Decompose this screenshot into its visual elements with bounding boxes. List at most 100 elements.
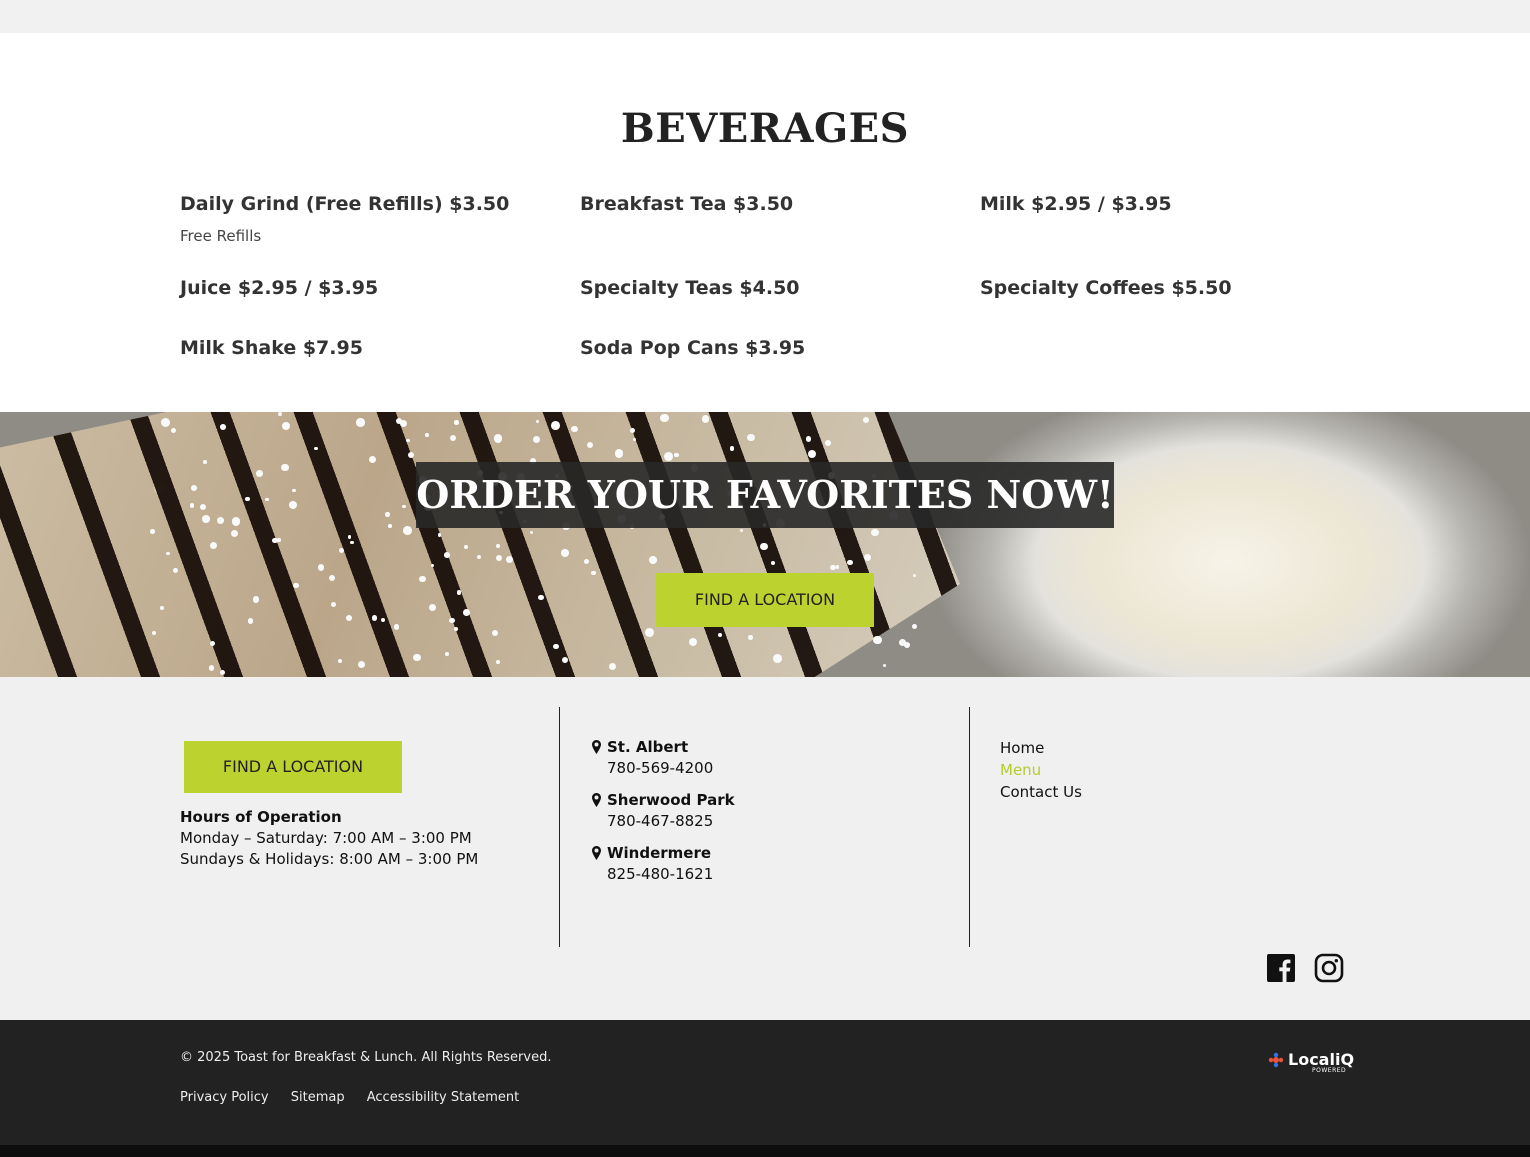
sugar-speck bbox=[272, 537, 278, 544]
sugar-speck bbox=[561, 549, 569, 557]
beverages-section: BEVERAGES Daily Grind (Free Refills) $3.… bbox=[0, 33, 1530, 412]
copyright-text: © 2025 Toast for Breakfast & Lunch. All … bbox=[180, 1050, 552, 1065]
sugar-speck bbox=[337, 658, 343, 664]
section-title: BEVERAGES bbox=[620, 105, 910, 152]
menu-item-name: Specialty Teas $4.50 bbox=[580, 277, 800, 299]
sugar-speck bbox=[202, 515, 210, 523]
sugar-speck bbox=[190, 484, 197, 491]
sugar-speck bbox=[444, 552, 450, 558]
sugar-speck bbox=[718, 633, 722, 638]
menu-item: Milk Shake $7.95 bbox=[180, 337, 363, 359]
sugar-speck bbox=[494, 434, 503, 443]
facebook-icon[interactable] bbox=[1266, 953, 1296, 983]
menu-item: Milk $2.95 / $3.95 bbox=[980, 193, 1172, 215]
location-phone[interactable]: 780-569-4200 bbox=[607, 758, 735, 779]
localiq-logo-icon bbox=[1268, 1052, 1284, 1068]
sugar-speck bbox=[293, 582, 299, 589]
nav-link-menu[interactable]: Menu bbox=[1000, 759, 1082, 781]
menu-item-name: Breakfast Tea $3.50 bbox=[580, 193, 794, 215]
sugar-speck bbox=[645, 627, 655, 637]
footer: FIND A LOCATION Hours of Operation Monda… bbox=[0, 677, 1530, 1020]
sugar-speck bbox=[356, 418, 365, 427]
nav-link-contact[interactable]: Contact Us bbox=[1000, 781, 1082, 803]
sugar-speck bbox=[388, 524, 392, 528]
sugar-speck bbox=[419, 575, 426, 583]
hours-line: Sundays & Holidays: 8:00 AM – 3:00 PM bbox=[180, 850, 479, 868]
instagram-icon[interactable] bbox=[1314, 953, 1344, 983]
sugar-speck bbox=[385, 512, 390, 517]
find-location-button[interactable]: FIND A LOCATION bbox=[656, 573, 874, 627]
sitemap-link[interactable]: Sitemap bbox=[291, 1090, 345, 1105]
sugar-speck bbox=[882, 664, 886, 668]
footer-divider bbox=[969, 707, 970, 947]
sugar-speck bbox=[161, 418, 171, 428]
menu-item: Soda Pop Cans $3.95 bbox=[580, 337, 805, 359]
sugar-speck bbox=[281, 464, 289, 472]
sugar-speck bbox=[871, 528, 879, 537]
menu-item-name: Soda Pop Cans $3.95 bbox=[580, 337, 806, 359]
hours-line: Monday – Saturday: 7:00 AM – 3:00 PM bbox=[180, 829, 472, 847]
sugar-speck bbox=[649, 556, 657, 564]
menu-item-description: Free Refills bbox=[180, 227, 262, 245]
location-name: Sherwood Park bbox=[607, 791, 735, 809]
location-phone[interactable]: 780-467-8825 bbox=[607, 811, 735, 832]
menu-item: Breakfast Tea $3.50 bbox=[580, 193, 793, 215]
sugar-speck bbox=[770, 560, 775, 565]
sugar-speck bbox=[230, 529, 238, 538]
sugar-speck bbox=[729, 446, 734, 451]
menu-item-name: Milk $2.95 / $3.95 bbox=[980, 193, 1172, 215]
footer-find-location-button[interactable]: FIND A LOCATION bbox=[184, 741, 402, 793]
location-item[interactable]: Windermere 825-480-1621 bbox=[592, 843, 735, 885]
sugar-speck bbox=[872, 635, 882, 645]
sugar-speck bbox=[454, 626, 459, 631]
sugar-speck bbox=[399, 419, 407, 427]
sugar-speck bbox=[551, 421, 560, 430]
sugar-speck bbox=[252, 596, 260, 603]
nav-link-home[interactable]: Home bbox=[1000, 737, 1082, 759]
location-name: St. Albert bbox=[607, 738, 689, 756]
map-pin-icon bbox=[592, 793, 601, 807]
sugar-speck bbox=[747, 433, 755, 441]
sugar-speck bbox=[674, 453, 679, 458]
sugar-speck bbox=[552, 643, 559, 650]
location-name: Windermere bbox=[607, 844, 712, 862]
order-banner: ORDER YOUR FAVORITES NOW! FIND A LOCATIO… bbox=[0, 412, 1530, 677]
sugar-speck bbox=[660, 414, 669, 423]
sugar-speck bbox=[663, 452, 673, 461]
location-item[interactable]: St. Albert 780-569-4200 bbox=[592, 737, 735, 779]
bottom-edge bbox=[0, 1145, 1530, 1157]
sugar-speck bbox=[825, 439, 831, 446]
sugar-speck bbox=[292, 488, 296, 492]
locations-list: St. Albert 780-569-4200 Sherwood Park 78… bbox=[592, 737, 735, 896]
sugar-speck bbox=[393, 624, 400, 630]
sugar-speck bbox=[150, 529, 155, 534]
sugar-speck bbox=[245, 496, 250, 502]
footer-nav: Home Menu Contact Us bbox=[1000, 737, 1082, 803]
sugar-speck bbox=[449, 617, 455, 624]
sugar-speck bbox=[463, 609, 470, 616]
banner-title: ORDER YOUR FAVORITES NOW! bbox=[416, 462, 1114, 528]
sugar-speck bbox=[208, 664, 215, 671]
hours-of-operation: Hours of Operation Monday – Saturday: 7:… bbox=[180, 807, 478, 870]
sugar-speck bbox=[189, 503, 195, 508]
location-phone[interactable]: 825-480-1621 bbox=[607, 864, 735, 885]
menu-item-name: Daily Grind (Free Refills) $3.50 bbox=[180, 193, 510, 215]
menu-item: Juice $2.95 / $3.95 bbox=[180, 277, 378, 299]
map-pin-icon bbox=[592, 846, 601, 860]
privacy-policy-link[interactable]: Privacy Policy bbox=[180, 1090, 269, 1105]
sugar-speck bbox=[264, 497, 269, 502]
sugar-speck bbox=[209, 541, 217, 549]
menu-item: Specialty Coffees $5.50 bbox=[980, 277, 1232, 299]
sugar-speck bbox=[591, 570, 596, 576]
sugar-speck bbox=[281, 421, 290, 430]
banner-background-image bbox=[0, 412, 960, 677]
sugar-speck bbox=[454, 420, 459, 425]
location-item[interactable]: Sherwood Park 780-467-8825 bbox=[592, 790, 735, 832]
sugar-speck bbox=[217, 516, 225, 524]
sugar-speck bbox=[203, 460, 207, 464]
accessibility-statement-link[interactable]: Accessibility Statement bbox=[367, 1090, 520, 1105]
sugar-speck bbox=[463, 544, 469, 550]
bottom-bar: © 2025 Toast for Breakfast & Lunch. All … bbox=[0, 1020, 1530, 1145]
sugar-speck bbox=[425, 433, 429, 437]
localiq-badge[interactable]: LocaliQ POWERED bbox=[1268, 1050, 1354, 1076]
